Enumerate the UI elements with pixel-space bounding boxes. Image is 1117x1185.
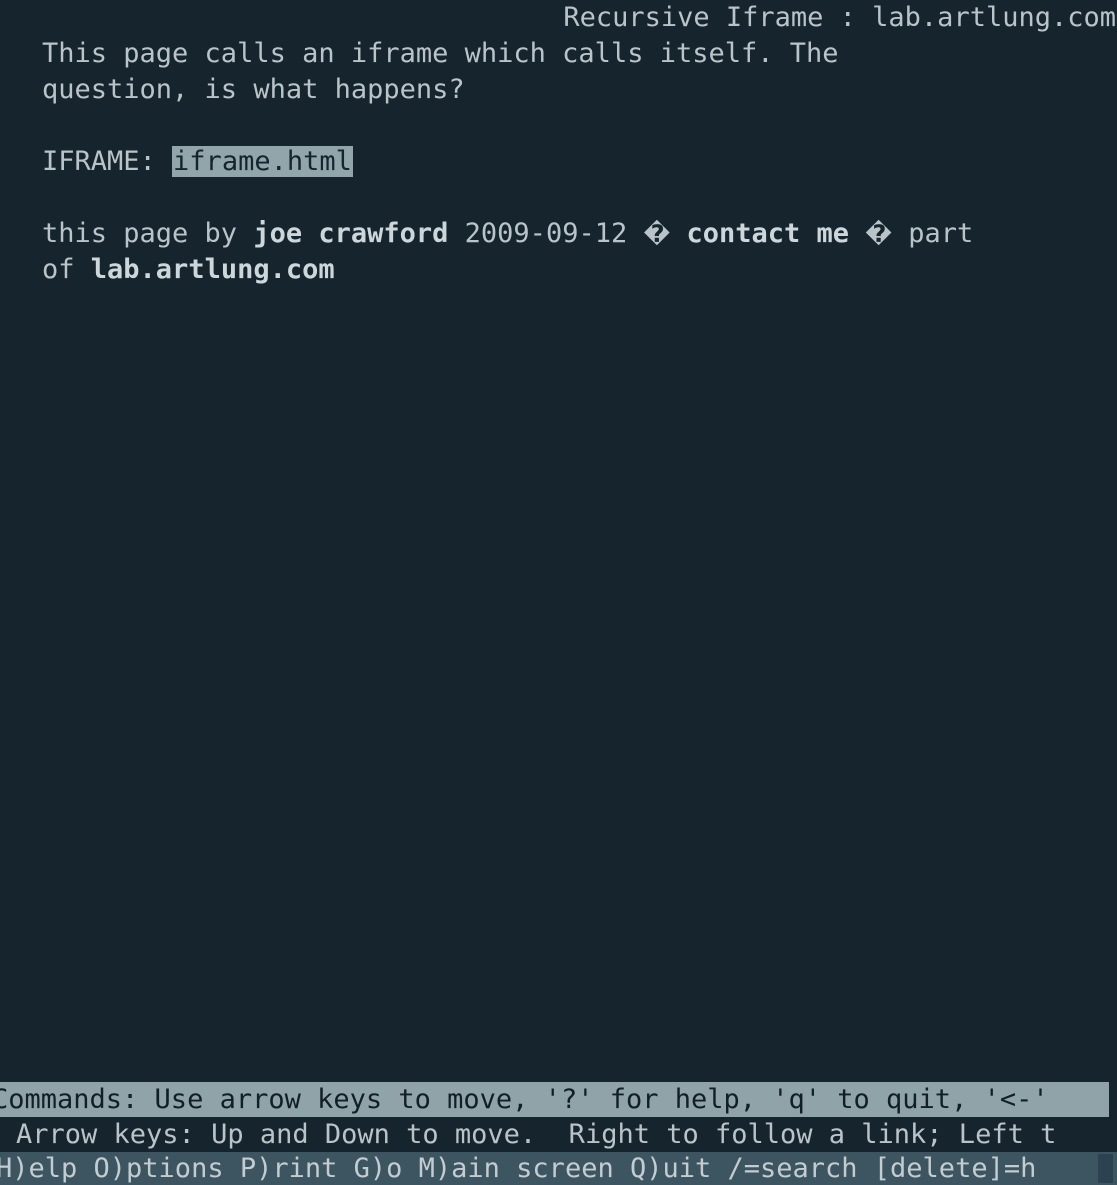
key-command-bar[interactable]: H)elp O)ptions P)rint G)o M)ain screen Q…: [0, 1152, 1117, 1185]
iframe-row: IFRAME: iframe.html: [0, 144, 1117, 180]
site-link[interactable]: lab.artlung.com: [91, 254, 335, 285]
status-bar-group: Commands: Use arrow keys to move, '?' fo…: [0, 1082, 1117, 1185]
page-title: Recursive Iframe : lab.artlung.com: [563, 2, 1116, 33]
byline-line-1: this page by joe crawford 2009-09-12 � c…: [0, 216, 1117, 252]
iframe-html-link[interactable]: iframe.html: [172, 146, 353, 177]
text-cursor: [1098, 1154, 1113, 1183]
byline-line-2: of lab.artlung.com: [0, 252, 1117, 288]
contact-me-link[interactable]: contact me: [670, 218, 865, 249]
replacement-char-icon: �: [865, 220, 892, 248]
replacement-char-icon: �: [643, 220, 671, 248]
byline-middle: part: [892, 218, 974, 249]
key-command-bar-text: H)elp O)ptions P)rint G)o M)ain screen Q…: [0, 1153, 1037, 1184]
status-line: Commands: Use arrow keys to move, '?' fo…: [0, 1082, 1109, 1117]
intro-paragraph-line-1: This page calls an iframe which calls it…: [42, 38, 839, 69]
author-link[interactable]: joe crawford: [253, 218, 448, 249]
byline-continuation: of: [42, 254, 91, 285]
byline-prefix: this page by: [42, 218, 254, 249]
terminal-screen: Recursive Iframe : lab.artlung.com This …: [0, 0, 1117, 1185]
document-body: Recursive Iframe : lab.artlung.com This …: [0, 0, 1117, 288]
byline-date: 2009-09-12: [448, 218, 644, 249]
arrow-keys-help-line: Arrow keys: Up and Down to move. Right t…: [0, 1117, 1117, 1152]
intro-paragraph-line-2: question, is what happens?: [42, 74, 465, 105]
iframe-label: IFRAME:: [42, 146, 173, 177]
